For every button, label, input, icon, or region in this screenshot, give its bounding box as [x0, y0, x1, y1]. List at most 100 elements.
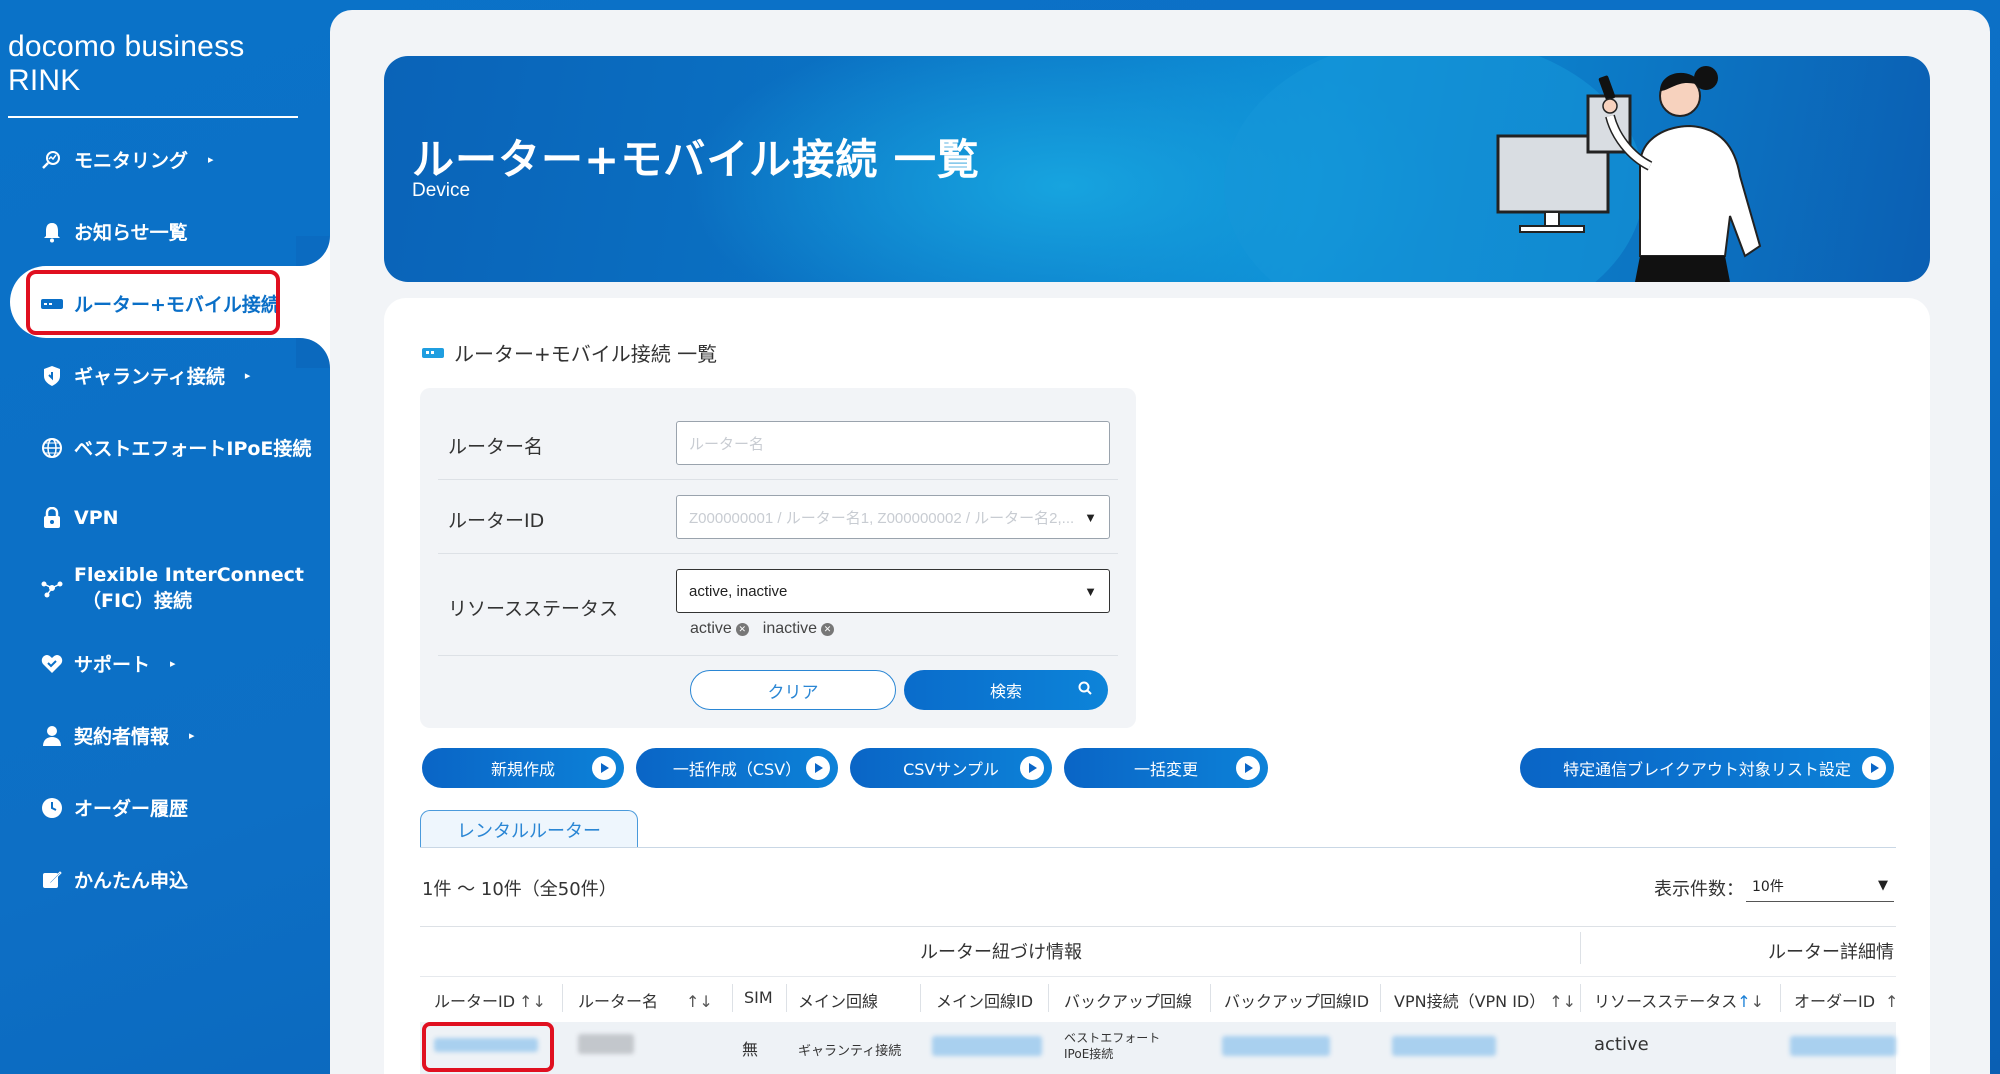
column-header-resource-status[interactable]: リソースステータス↑↓ [1594, 988, 1764, 1012]
search-icon [1078, 681, 1092, 699]
sidebar-item-best-effort[interactable]: ベストエフォートIPoE接続 [40, 434, 311, 461]
column-header-vpn[interactable]: VPN接続（VPN ID） ↑↓ [1394, 988, 1576, 1012]
status-chip-active[interactable]: active ✕ [690, 620, 749, 638]
sidebar-item-order-history[interactable]: オーダー履歴 [40, 794, 188, 821]
router-icon [422, 347, 444, 358]
column-header-main-line: メイン回線 [798, 992, 879, 1011]
section-title: ルーター+モバイル接続 一覧 [422, 338, 717, 367]
column-header-router-id[interactable]: ルーターID ↑↓ [434, 988, 546, 1012]
brand-logo[interactable]: docomo business RINK [8, 30, 298, 118]
sort-up-icon[interactable]: ↑ [1737, 992, 1750, 1011]
expand-arrow-icon: ▸ [189, 729, 195, 742]
expand-arrow-icon: ▸ [208, 153, 214, 166]
sidebar-item-label: オーダー履歴 [74, 798, 189, 820]
resource-status-select[interactable]: active, inactive ▼ [676, 569, 1110, 613]
column-header-order-id[interactable]: オーダーID ↑ [1794, 988, 1898, 1012]
router-name-label: ルーター名 [448, 436, 544, 458]
form-divider [438, 479, 1118, 480]
sidebar-item-notices[interactable]: お知らせ一覧 [40, 218, 188, 245]
sidebar: docomo business RINK モニタリング ▸ お知らせ一覧 ルータ… [0, 0, 340, 1074]
main-line-id-redacted [932, 1036, 1042, 1056]
play-icon [806, 756, 830, 780]
sidebar-item-label: ベストエフォートIPoE接続 [74, 438, 312, 460]
dropdown-arrow-icon: ▼ [1084, 509, 1097, 525]
remove-chip-icon[interactable]: ✕ [735, 622, 749, 636]
column-header-backup-line: バックアップ回線 [1064, 992, 1193, 1011]
table-top-border [420, 926, 1896, 927]
per-page-select[interactable]: 10件 ▼ [1746, 870, 1894, 902]
play-icon [1020, 756, 1044, 780]
sidebar-item-vpn[interactable]: VPN [40, 506, 119, 530]
per-page-label: 表示件数： [1654, 879, 1744, 900]
bulk-create-csv-button[interactable]: 一括作成（CSV） [636, 748, 838, 788]
result-count: 1件 ～ 10件（全50件） [422, 879, 617, 900]
new-create-button[interactable]: 新規作成 [422, 748, 624, 788]
page-subtitle: Device [412, 180, 471, 201]
active-pill-curve [296, 236, 330, 266]
search-button[interactable]: 検索 [904, 670, 1108, 710]
expand-arrow-icon: ▸ [170, 657, 176, 670]
sidebar-item-support[interactable]: サポート ▸ [40, 650, 176, 677]
column-divider [1210, 984, 1211, 1012]
sort-icon[interactable]: ↑↓ [519, 992, 546, 1011]
router-name-input[interactable]: ルーター名 [676, 421, 1110, 465]
play-icon [1236, 756, 1260, 780]
router-name-redacted [578, 1034, 634, 1054]
cell-main-line: ギャランティ接続 [798, 1044, 902, 1059]
sidebar-item-label: VPN [74, 507, 119, 529]
router-id-select[interactable]: Z000000001 / ルーター名1, Z000000002 / ルーター名2… [676, 495, 1110, 539]
banner-illustration [1496, 66, 1762, 282]
bulk-change-button[interactable]: 一括変更 [1064, 748, 1268, 788]
group-header-detail-info: ルーター詳細情 [1768, 942, 1894, 963]
sort-icon[interactable]: ↑↓ [686, 992, 713, 1011]
globe-icon [40, 436, 64, 460]
tab-rental-router[interactable]: レンタルルーター [420, 810, 638, 848]
clear-button[interactable]: クリア [690, 670, 896, 710]
sidebar-item-contractor[interactable]: 契約者情報 ▸ [40, 722, 195, 749]
order-id-redacted [1790, 1036, 1896, 1056]
sidebar-item-label: モニタリング [74, 150, 189, 172]
column-header-backup-line-id: バックアップ回線ID [1224, 992, 1370, 1011]
dropdown-arrow-icon: ▼ [1084, 583, 1097, 599]
column-divider [1048, 984, 1049, 1012]
column-divider [920, 984, 921, 1012]
column-header-main-line-id: メイン回線ID [936, 992, 1034, 1011]
shield-icon [40, 364, 64, 388]
sidebar-item-fic[interactable]: Flexible InterConnect （FIC）接続 [40, 562, 304, 614]
remove-chip-icon[interactable]: ✕ [821, 622, 835, 636]
csv-sample-button[interactable]: CSVサンプル [850, 748, 1052, 788]
cell-resource-status: active [1594, 1034, 1649, 1055]
group-header-link-info: ルーター紐づけ情報 [920, 942, 1082, 963]
column-divider [1780, 984, 1781, 1012]
form-divider [438, 655, 1118, 656]
sidebar-item-label: 契約者情報 [74, 726, 170, 748]
network-icon [40, 576, 64, 600]
cell-backup-line: ベストエフォート IPoE接続 [1064, 1031, 1161, 1061]
sidebar-item-easy-apply[interactable]: かんたん申込 [40, 866, 188, 893]
clock-icon [40, 796, 64, 820]
highlight-box [26, 270, 280, 335]
column-header-sim: SIM [744, 988, 773, 1007]
bell-icon [40, 220, 64, 244]
highlight-box [422, 1022, 554, 1072]
form-divider [438, 553, 1118, 554]
dropdown-arrow-icon: ▼ [1878, 878, 1888, 893]
sidebar-item-label: かんたん申込 [74, 870, 189, 892]
backup-line-id-redacted [1222, 1036, 1330, 1056]
monitoring-icon [40, 148, 64, 172]
status-chips: active ✕ inactive ✕ [690, 620, 835, 638]
sidebar-item-guaranty[interactable]: ギャランティ接続 ▸ [40, 362, 250, 389]
edit-icon [40, 868, 64, 892]
breakout-list-setting-button[interactable]: 特定通信ブレイクアウト対象リスト設定 [1520, 748, 1894, 788]
router-id-label: ルーターID [448, 510, 545, 532]
sidebar-item-label: Flexible InterConnect （FIC）接続 [74, 564, 304, 612]
sort-icon[interactable]: ↑↓ [1549, 992, 1576, 1011]
lock-icon [40, 506, 64, 530]
sort-up-icon[interactable]: ↑ [1885, 992, 1898, 1011]
expand-arrow-icon: ▸ [244, 369, 251, 382]
status-chip-inactive[interactable]: inactive ✕ [763, 620, 835, 638]
column-divider [786, 984, 787, 1012]
sidebar-item-monitoring[interactable]: モニタリング ▸ [40, 146, 214, 173]
sort-down-icon[interactable]: ↓ [1751, 992, 1764, 1011]
column-header-router-name[interactable]: ルーター名 ↑↓ [578, 988, 713, 1012]
